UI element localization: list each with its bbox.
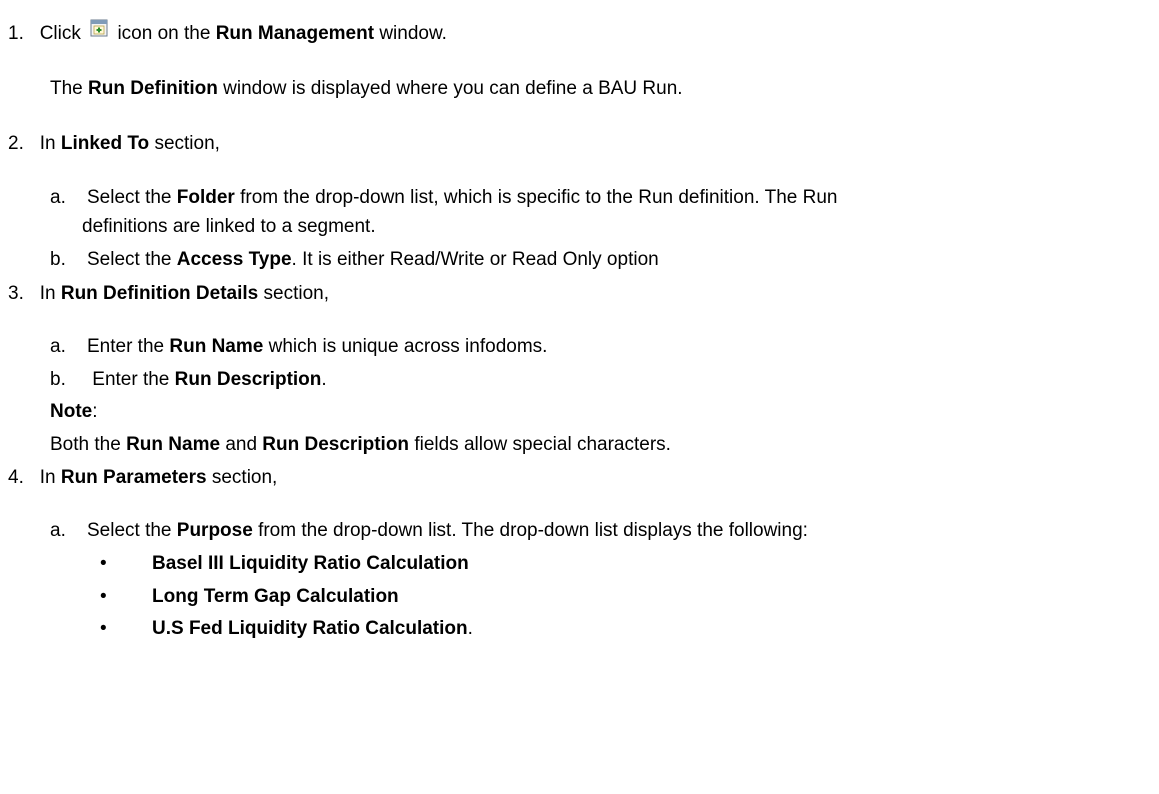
bullet: • [100,586,107,607]
step-2: 2. In Linked To section, [8,133,220,154]
step-4a: a. Select the Purpose from the drop-down… [50,520,808,541]
step-4: 4. In Run Parameters section, [8,467,278,488]
step-1-description: The Run Definition window is displayed w… [50,78,683,99]
step-number: 4. [8,467,24,488]
note-label: Note: [50,401,98,422]
step-1: 1. Click icon on the Run Management wind… [8,19,447,46]
note-body: Both the Run Name and Run Description fi… [50,434,671,455]
step-number: 3. [8,283,24,304]
step-3a: a. Enter the Run Name which is unique ac… [50,336,548,357]
purpose-option: • Long Term Gap Calculation [100,586,399,607]
step-2a: a. Select the Folder from the drop-down … [50,187,838,208]
step-3: 3. In Run Definition Details section, [8,283,330,304]
purpose-option: • Basel III Liquidity Ratio Calculation [100,553,469,574]
step-2a-continued: definitions are linked to a segment. [82,216,376,237]
bullet: • [100,553,107,574]
step-number: 2. [8,133,24,154]
step-3b: b. Enter the Run Description. [50,369,327,390]
step-2b: b. Select the Access Type. It is either … [50,249,659,270]
step-number: 1. [8,23,24,44]
purpose-option: • U.S Fed Liquidity Ratio Calculation. [100,618,473,639]
bullet: • [100,618,107,639]
add-icon [90,19,108,37]
